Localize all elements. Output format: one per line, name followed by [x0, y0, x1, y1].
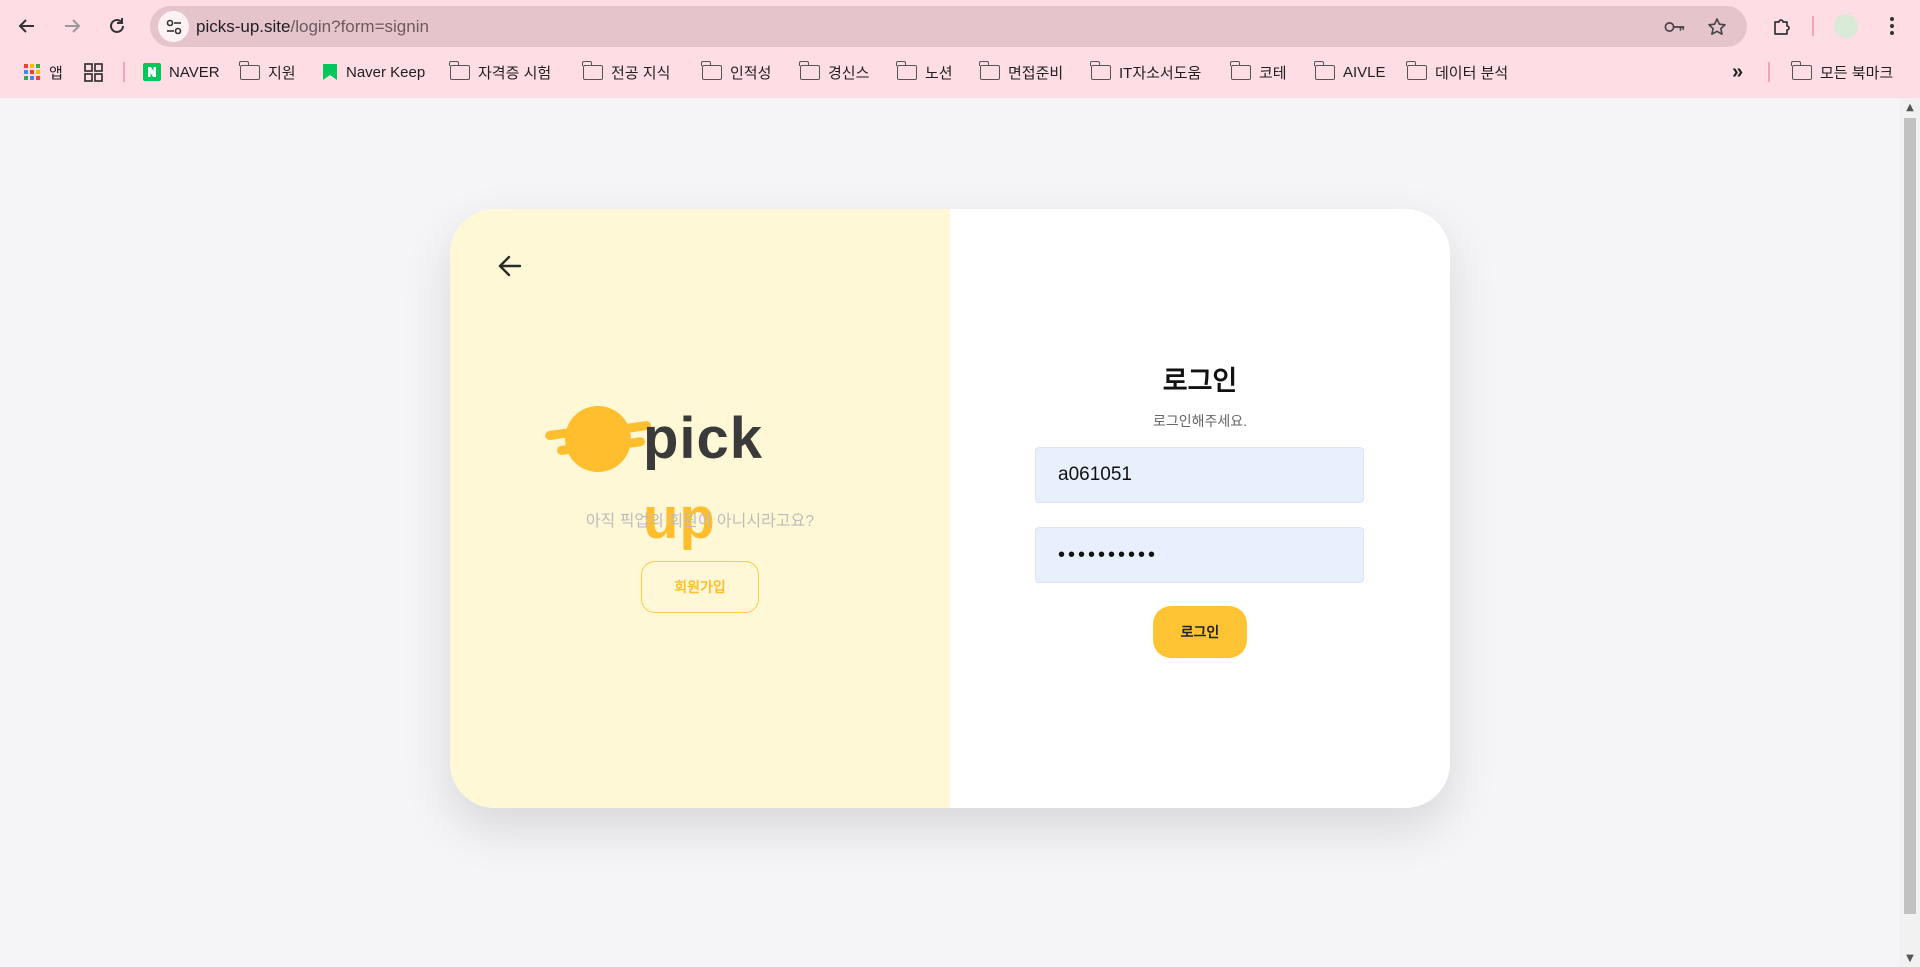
bookmark-label: 모든 북마크: [1820, 64, 1894, 82]
apps-grid-icon: [24, 64, 40, 80]
bookmark-label: IT자소서도움: [1119, 64, 1202, 82]
scroll-up-icon[interactable]: ▲: [1900, 98, 1920, 116]
naver-icon: [143, 63, 161, 81]
folder-icon: [582, 60, 603, 80]
folder-icon: [896, 60, 917, 80]
bookmark-folder-interview[interactable]: 면접준비: [979, 56, 1064, 88]
bookmark-folder-data-analysis[interactable]: 데이터 분석: [1406, 56, 1509, 88]
auth-card: pick up 아직 픽업의 회원이 아니시라고요? 회원가입 로그인 로그인해…: [450, 209, 1450, 808]
bookmark-label: 자격증 시험: [478, 64, 552, 82]
bookmark-folder-major[interactable]: 전공 지식: [582, 56, 671, 88]
puzzle-icon: [1774, 19, 1790, 35]
bookmark-label: AIVLE: [1343, 63, 1386, 81]
arrow-left-icon: [498, 255, 522, 277]
folder-icon: [1314, 60, 1335, 80]
folder-icon: [799, 60, 820, 80]
back-button[interactable]: [9, 8, 45, 44]
bookmark-star-icon[interactable]: [1706, 16, 1728, 38]
folder-icon: [979, 60, 1000, 80]
bookmark-label: 데이터 분석: [1435, 64, 1509, 82]
forward-button[interactable]: [54, 8, 90, 44]
bookmark-separator: [123, 62, 125, 82]
sun-logo-icon: [545, 406, 651, 472]
keep-bookmark-icon: [323, 64, 337, 80]
login-button[interactable]: 로그인: [1153, 606, 1247, 658]
folder-icon: [701, 60, 722, 80]
bookmark-label: 경신스: [828, 64, 870, 82]
folder-icon: [1791, 60, 1812, 80]
tab-groups-icon: [84, 62, 103, 82]
folder-icon: [239, 60, 260, 80]
vertical-scrollbar[interactable]: ▲ ▼: [1900, 98, 1920, 967]
password-key-icon[interactable]: [1664, 16, 1686, 38]
bookmark-tab-groups[interactable]: [84, 56, 103, 88]
menu-button[interactable]: [1876, 10, 1908, 42]
extensions-button[interactable]: [1766, 10, 1798, 42]
bookmark-label: 전공 지식: [611, 64, 671, 82]
bookmark-naver[interactable]: NAVER: [143, 56, 220, 88]
folder-icon: [1090, 60, 1111, 80]
bookmark-label: 지원: [268, 64, 296, 82]
url-text[interactable]: picks-up.site/login?form=signin: [196, 6, 429, 47]
logo-wordmark: pick up: [643, 399, 845, 559]
bookmark-label: 인적성: [730, 64, 772, 82]
more-bookmarks-button[interactable]: »: [1732, 56, 1743, 88]
address-bar[interactable]: picks-up.site/login?form=signin: [150, 6, 1747, 47]
login-title: 로그인: [1162, 366, 1238, 396]
bookmark-label: 면접준비: [1008, 64, 1064, 82]
scroll-down-icon[interactable]: ▼: [1900, 949, 1920, 967]
profile-avatar[interactable]: [1834, 14, 1858, 38]
bookmark-folder-coding-test[interactable]: 코테: [1230, 56, 1287, 88]
browser-chrome: picks-up.site/login?form=signin 앱 NAVER …: [0, 0, 1920, 98]
not-member-tagline: 아직 픽업의 회원이 아니시라고요?: [585, 513, 815, 530]
bookmark-folder-aptitude[interactable]: 인적성: [701, 56, 772, 88]
bookmark-folder-jiwon[interactable]: 지원: [239, 56, 296, 88]
site-info-button[interactable]: [158, 11, 189, 42]
arrow-right-icon: [65, 19, 81, 33]
scrollbar-thumb[interactable]: [1904, 118, 1916, 914]
chevron-double-right-icon: »: [1732, 60, 1744, 83]
signup-button[interactable]: 회원가입: [641, 561, 759, 613]
toolbar-separator: [1812, 16, 1814, 36]
signup-panel: pick up 아직 픽업의 회원이 아니시라고요? 회원가입: [450, 209, 950, 808]
folder-icon: [449, 60, 470, 80]
bookmark-label: 코테: [1259, 64, 1287, 82]
password-field[interactable]: [1035, 527, 1364, 583]
folder-icon: [1406, 60, 1427, 80]
login-panel: 로그인 로그인해주세요. 로그인: [950, 209, 1450, 808]
bookmark-folder-notion[interactable]: 노션: [896, 56, 953, 88]
folder-icon: [1230, 60, 1251, 80]
bookmark-folder-it-resume[interactable]: IT자소서도움: [1090, 56, 1202, 88]
bookmark-apps[interactable]: 앱: [23, 56, 63, 88]
reload-icon: [110, 18, 124, 33]
bookmarks-bar: 앱 NAVER 지원 Naver Keep 자격증 시험 전공 지식 인적성 경…: [0, 56, 1920, 88]
url-path: /login?form=signin: [290, 17, 429, 36]
bookmark-folder-gyeongsinseu[interactable]: 경신스: [799, 56, 870, 88]
bookmark-label: NAVER: [169, 63, 220, 81]
back-arrow-button[interactable]: [495, 251, 525, 281]
tune-icon: [166, 19, 181, 34]
bookmark-label: Naver Keep: [346, 63, 426, 81]
login-subtitle: 로그인해주세요.: [1152, 413, 1248, 429]
bookmark-folder-aivle[interactable]: AIVLE: [1314, 56, 1386, 88]
all-bookmarks-folder[interactable]: 모든 북마크: [1791, 56, 1894, 88]
logo-text-pick: pick: [643, 406, 764, 471]
bookmark-naver-keep[interactable]: Naver Keep: [322, 56, 425, 88]
bookmark-folder-certificate[interactable]: 자격증 시험: [449, 56, 552, 88]
bookmark-label: 노션: [925, 64, 953, 82]
kebab-menu-icon: [1890, 17, 1894, 35]
arrow-left-icon: [18, 19, 34, 33]
id-field[interactable]: [1035, 447, 1364, 503]
reload-button[interactable]: [99, 8, 135, 44]
browser-toolbar: picks-up.site/login?form=signin: [0, 0, 1920, 52]
url-host: picks-up.site: [196, 17, 291, 36]
bookmark-label: 앱: [49, 64, 63, 82]
bookmark-separator: [1768, 62, 1770, 82]
page-viewport: pick up 아직 픽업의 회원이 아니시라고요? 회원가입 로그인 로그인해…: [0, 98, 1900, 967]
pickup-logo: pick up: [545, 399, 845, 551]
